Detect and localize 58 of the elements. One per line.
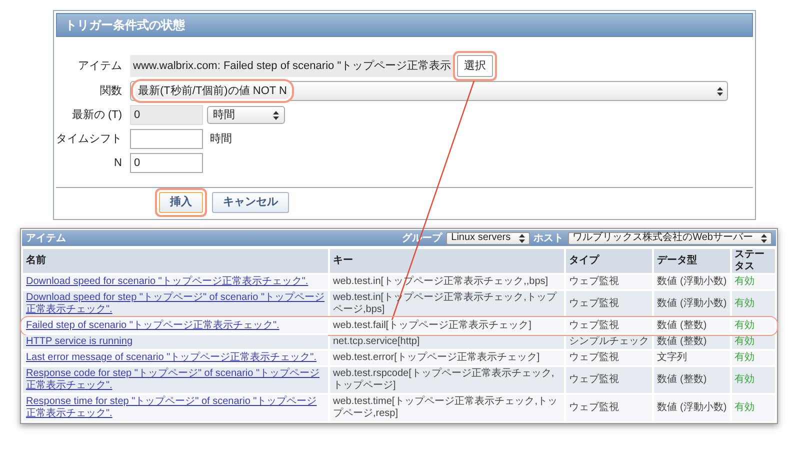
table-cell: 数値 (整数): [654, 335, 730, 349]
table-cell: ウェブ監視: [566, 291, 652, 317]
table-cell: ウェブ監視: [566, 319, 652, 333]
status-cell: 有効: [732, 395, 775, 421]
column-header: データ型: [654, 249, 730, 273]
table-cell: web.test.error[トップページ正常表示チェック]: [330, 351, 564, 365]
field-label: アイテム: [77, 58, 123, 74]
table-cell: web.test.fail[トップページ正常表示チェック]: [330, 319, 564, 333]
table-cell: 数値 (整数): [654, 319, 730, 333]
table-cell: net.tcp.service[http]: [330, 335, 564, 349]
item-link[interactable]: Download speed for step "トップページ" of scenario "トップページ正常表示チェック".: [26, 292, 325, 316]
table-cell: 数値 (浮動小数): [654, 275, 730, 289]
panel-title: トリガー条件式の状態: [65, 17, 185, 34]
select-arrows-icon: [518, 234, 525, 242]
select-arrows-icon: [717, 86, 723, 96]
table-cell: ウェブ監視: [566, 275, 652, 289]
filter-label: ホスト: [534, 232, 564, 246]
item-link[interactable]: Response time for step "トップページ" of scenario "トップページ正常表示チェック".: [26, 396, 325, 420]
item-link[interactable]: Failed step of scenario "トップページ正常表示チェック".: [26, 320, 325, 332]
filter-select[interactable]: Linux servers: [446, 232, 530, 244]
table-cell: web.test.time[トップページ正常表示チェック,トップページ,resp]: [330, 395, 564, 421]
function-select[interactable]: 最新(T秒前/T個前)の値 NOT N: [130, 81, 728, 101]
table-title: アイテム: [26, 232, 66, 246]
status-cell: 有効: [732, 291, 775, 317]
field-label: N: [113, 156, 123, 171]
status-cell: 有効: [732, 367, 775, 393]
item-link[interactable]: Last error message of scenario "トップページ正常表示チェック".: [26, 352, 325, 364]
filter-select[interactable]: ワルブリックス株式会社のWebサーバー: [568, 232, 772, 244]
column-header: タイプ: [566, 249, 652, 273]
table-cell: web.test.rspcode[トップページ正常表示チェック,トップページ]: [330, 367, 564, 393]
status-cell: 有効: [732, 275, 775, 289]
select-arrows-icon: [761, 234, 767, 242]
column-header: 名前: [23, 249, 328, 273]
table-cell: 数値 (整数): [654, 367, 730, 393]
table-cell: ウェブ監視: [566, 395, 652, 421]
table-cell: 数値 (浮動小数): [654, 291, 730, 317]
unit-label: 時間: [210, 132, 232, 147]
status-cell: 有効: [732, 319, 775, 333]
table-cell: ウェブ監視: [566, 351, 652, 365]
table-cell: シンプルチェック: [566, 335, 652, 349]
field-label: タイムシフト: [55, 132, 123, 147]
item-link[interactable]: Response code for step "トップページ" of scenario "トップページ正常表示チェック".: [26, 368, 325, 392]
column-header: ステータス: [732, 249, 775, 273]
item-field: www.walbrix.com: Failed step of scenario "トップページ正常表示: [130, 55, 454, 77]
select-arrows-icon: [273, 110, 279, 120]
status-cell: 有効: [732, 351, 775, 365]
status-cell: 有効: [732, 335, 775, 349]
table-cell: ウェブ監視: [566, 367, 652, 393]
input-field[interactable]: [130, 129, 203, 149]
field-label: 関数: [99, 84, 123, 99]
table-cell: 文字列: [654, 351, 730, 365]
form-button[interactable]: キャンセル: [212, 192, 289, 213]
item-link[interactable]: HTTP service is running: [26, 336, 325, 348]
item-link[interactable]: Download speed for scenario "トップページ正常表示チェック".: [26, 276, 325, 288]
field-label: 最新の (T): [70, 108, 123, 123]
table-cell: 数値 (浮動小数): [654, 395, 730, 421]
input-field[interactable]: 0: [130, 153, 203, 173]
column-header: キー: [330, 249, 564, 273]
